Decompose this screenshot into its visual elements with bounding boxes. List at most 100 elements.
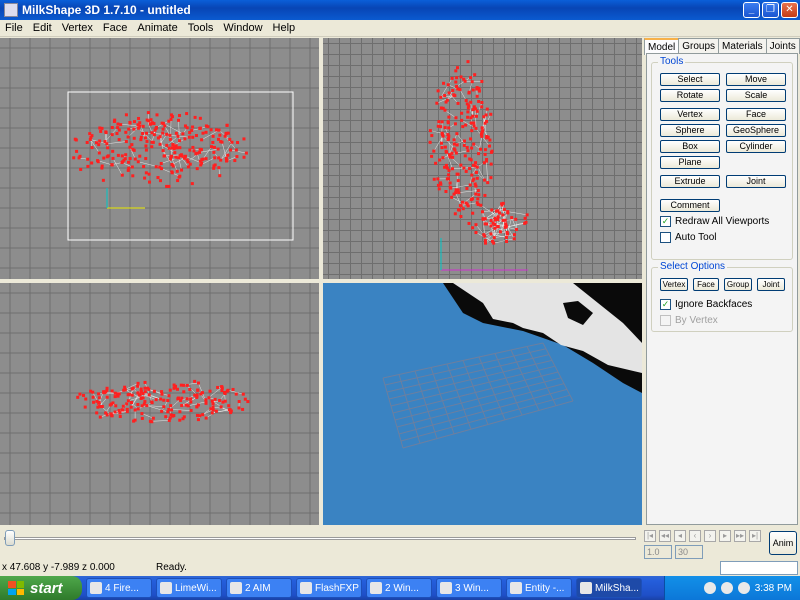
cylinder-button[interactable]: Cylinder xyxy=(726,140,786,153)
taskbar: start 4 Fire... LimeWi... 2 AIM FlashFXP… xyxy=(0,576,800,600)
viewport-3d[interactable] xyxy=(323,283,642,525)
status-bar: x 47.608 y -7.989 z 0.000 Ready. xyxy=(0,560,800,576)
maximize-button[interactable]: ❐ xyxy=(762,2,779,18)
taskbar-item-windows-explorer[interactable]: 2 Win... xyxy=(366,578,432,598)
tools-group: Tools Select Move Rotate Scale Vertex Fa… xyxy=(651,56,793,260)
select-group-button[interactable]: Group xyxy=(724,278,752,291)
menu-help[interactable]: Help xyxy=(268,22,301,34)
next-key-icon[interactable]: ▸▸ xyxy=(734,530,746,542)
viewport-side[interactable] xyxy=(0,283,319,525)
folder-icon xyxy=(370,582,382,594)
taskbar-item-label: Entity -... xyxy=(525,582,565,594)
move-button[interactable]: Move xyxy=(726,73,786,86)
minimize-button[interactable]: _ xyxy=(743,2,760,18)
start-label: start xyxy=(30,579,63,597)
timeline-slider-thumb[interactable] xyxy=(5,530,15,546)
prev-key-icon[interactable]: ◂◂ xyxy=(659,530,671,542)
taskbar-item-label: 2 Win... xyxy=(385,582,419,594)
joint-tool-button[interactable]: Joint xyxy=(726,175,786,188)
tray-icon[interactable] xyxy=(737,582,750,594)
menu-face[interactable]: Face xyxy=(98,22,132,34)
limewire-icon xyxy=(160,582,172,594)
taskbar-item-aim[interactable]: 2 AIM xyxy=(226,578,292,598)
taskbar-item-label: MilkSha... xyxy=(595,582,639,594)
by-vertex-checkbox[interactable]: By Vertex xyxy=(660,315,718,326)
mesh-side-view xyxy=(76,379,250,424)
viewport-front[interactable] xyxy=(323,38,642,279)
menu-animate[interactable]: Animate xyxy=(132,22,182,34)
checkbox-empty-icon xyxy=(660,232,671,243)
menu-edit[interactable]: Edit xyxy=(28,22,57,34)
geosphere-button[interactable]: GeoSphere xyxy=(726,124,786,137)
clock: 3:38 PM xyxy=(754,582,792,594)
viewport-front-canvas xyxy=(323,38,642,279)
auto-tool-label: Auto Tool xyxy=(675,232,717,243)
ignore-backfaces-checkbox[interactable]: ✓ Ignore Backfaces xyxy=(660,299,752,310)
face-tool-button[interactable]: Face xyxy=(726,108,786,121)
select-vertex-button[interactable]: Vertex xyxy=(660,278,688,291)
auto-tool-checkbox[interactable]: Auto Tool xyxy=(660,232,717,243)
play-back-icon[interactable]: ‹ xyxy=(689,530,701,542)
first-frame-icon[interactable]: |◂ xyxy=(644,530,656,542)
taskbar-item-flashfxp[interactable]: FlashFXP xyxy=(296,578,362,598)
end-frame-field[interactable]: 30 xyxy=(675,545,703,559)
milkshape-icon xyxy=(580,582,592,594)
menu-window[interactable]: Window xyxy=(218,22,267,34)
sphere-button[interactable]: Sphere xyxy=(660,124,720,137)
tray-icon[interactable] xyxy=(720,582,733,594)
taskbar-item-entity[interactable]: Entity -... xyxy=(506,578,572,598)
next-frame-icon[interactable]: ▸ xyxy=(719,530,731,542)
menu-tools[interactable]: Tools xyxy=(183,22,219,34)
tab-groups[interactable]: Groups xyxy=(678,38,720,54)
ignore-backfaces-label: Ignore Backfaces xyxy=(675,299,753,310)
viewport-front-grid xyxy=(323,38,642,279)
extrude-button[interactable]: Extrude xyxy=(660,175,720,188)
plane-button[interactable]: Plane xyxy=(660,156,720,169)
taskbar-item-windows[interactable]: 3 Win... xyxy=(436,578,502,598)
tray-icon[interactable] xyxy=(703,582,716,594)
redraw-all-viewports-checkbox[interactable]: ✓ Redraw All Viewports xyxy=(660,216,769,227)
taskbar-item-limewire[interactable]: LimeWi... xyxy=(156,578,222,598)
comment-button[interactable]: Comment xyxy=(660,199,720,212)
select-options-group: Select Options Vertex Face Group Joint ✓… xyxy=(651,261,793,332)
status-coordinates: x 47.608 y -7.989 z 0.000 xyxy=(2,562,115,573)
timeline-slider-track[interactable] xyxy=(4,537,636,540)
select-face-button[interactable]: Face xyxy=(693,278,719,291)
menu-bar: File Edit Vertex Face Animate Tools Wind… xyxy=(0,20,800,37)
prev-frame-icon[interactable]: ◂ xyxy=(674,530,686,542)
start-frame-field[interactable]: 1.0 xyxy=(644,545,672,559)
viewport-3d-canvas xyxy=(382,283,642,449)
box-button[interactable]: Box xyxy=(660,140,720,153)
menu-file[interactable]: File xyxy=(0,22,28,34)
check-icon: ✓ xyxy=(660,299,671,310)
start-button[interactable]: start xyxy=(0,576,82,600)
tools-group-label: Tools xyxy=(658,56,686,67)
taskbar-item-firefox[interactable]: 4 Fire... xyxy=(86,578,152,598)
tab-joints[interactable]: Joints xyxy=(765,38,800,54)
model-tab-page: Tools Select Move Rotate Scale Vertex Fa… xyxy=(646,53,798,525)
tool-panel: Model Groups Materials Joints Tools Sele… xyxy=(644,38,800,525)
select-button[interactable]: Select xyxy=(660,73,720,86)
scale-button[interactable]: Scale xyxy=(726,89,786,102)
perspective-grid xyxy=(382,342,574,449)
title-bar: MilkShape 3D 1.7.10 - untitled _ ❐ ✕ xyxy=(0,0,800,20)
rotate-button[interactable]: Rotate xyxy=(660,89,720,102)
taskbar-item-label: 4 Fire... xyxy=(105,582,139,594)
close-button[interactable]: ✕ xyxy=(781,2,798,18)
vertex-tool-button[interactable]: Vertex xyxy=(660,108,720,121)
taskbar-item-label: 2 AIM xyxy=(245,582,271,594)
taskbar-item-label: FlashFXP xyxy=(315,582,359,594)
play-icon[interactable]: › xyxy=(704,530,716,542)
taskbar-item-label: 3 Win... xyxy=(455,582,489,594)
tab-materials[interactable]: Materials xyxy=(718,38,767,54)
last-frame-icon[interactable]: ▸| xyxy=(749,530,761,542)
viewport-splitter-horizontal[interactable] xyxy=(0,279,642,283)
by-vertex-label: By Vertex xyxy=(675,315,718,326)
select-joint-button[interactable]: Joint xyxy=(757,278,785,291)
anim-button[interactable]: Anim xyxy=(769,531,797,555)
status-field xyxy=(720,561,798,575)
check-icon: ✓ xyxy=(660,216,671,227)
viewport-top[interactable] xyxy=(0,38,319,279)
menu-vertex[interactable]: Vertex xyxy=(57,22,98,34)
taskbar-item-milkshape[interactable]: MilkSha... xyxy=(576,578,642,598)
